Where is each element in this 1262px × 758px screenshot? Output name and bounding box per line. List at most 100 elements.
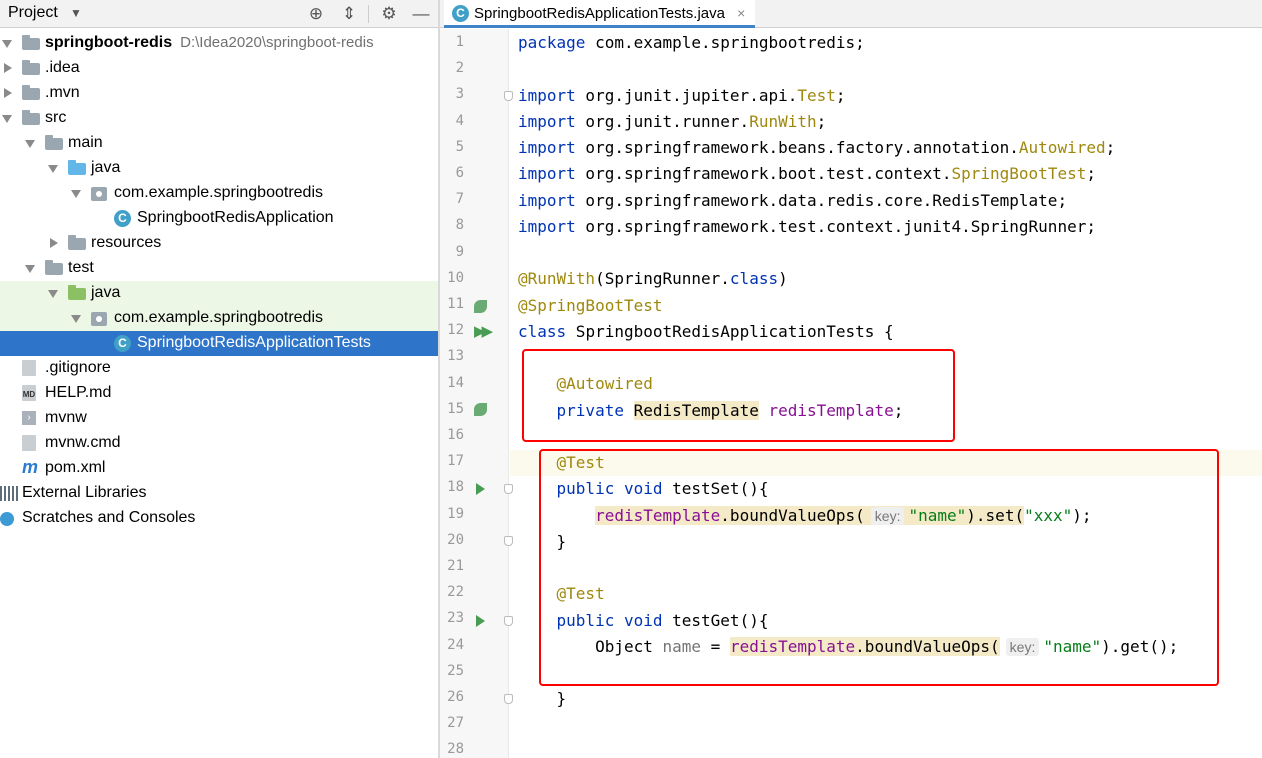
test-folder-icon	[68, 285, 86, 300]
text-file-icon	[22, 435, 36, 451]
tree-item[interactable]: springboot-redis D:\Idea2020\springboot-r…	[0, 31, 438, 56]
spring-class-icon: C	[114, 210, 131, 227]
line-number: 26	[447, 689, 464, 705]
tree-item[interactable]: External Libraries	[0, 481, 438, 506]
spring-class-icon: C	[114, 335, 131, 352]
tree-item[interactable]: C SpringbootRedisApplicationTests	[0, 331, 438, 356]
tree-item[interactable]: src	[0, 106, 438, 131]
folder-icon	[45, 260, 63, 275]
project-header: Project ▼ ⊕ ⇕ ⚙ —	[0, 0, 438, 28]
code-line-26: }	[518, 689, 567, 708]
tree-item[interactable]: com.example.springbootredis	[0, 306, 438, 331]
tree-item-label: java	[91, 159, 121, 176]
collapse-all-icon[interactable]: ⇕	[338, 3, 360, 25]
tree-item[interactable]: MD HELP.md	[0, 381, 438, 406]
tree-item[interactable]: .idea	[0, 56, 438, 81]
tree-item[interactable]: test	[0, 256, 438, 281]
close-icon[interactable]: ×	[737, 5, 745, 21]
tree-item[interactable]: .gitignore	[0, 356, 438, 381]
code-line-11: @SpringBootTest	[518, 296, 663, 315]
module-path: D:\Idea2020\springboot-redis	[180, 34, 374, 51]
tree-item[interactable]: java	[0, 156, 438, 181]
tree-item[interactable]: mvnw.cmd	[0, 431, 438, 456]
tree-item[interactable]: Scratches and Consoles	[0, 506, 438, 531]
tree-item[interactable]: java	[0, 281, 438, 306]
tree-item-label: .mvn	[45, 84, 80, 101]
tree-item-label: mvnw.cmd	[45, 434, 121, 451]
tree-item-label: com.example.springbootredis	[114, 309, 323, 326]
code-line-4: import org.junit.runner.RunWith;	[518, 112, 827, 131]
expand-arrow-down-icon[interactable]	[48, 165, 58, 173]
line-number: 4	[455, 112, 464, 129]
folder-icon	[22, 85, 40, 100]
run-test-icon[interactable]	[476, 615, 485, 627]
script-file-icon: ›	[22, 411, 36, 425]
line-number: 22	[447, 584, 464, 601]
expand-arrow-down-icon[interactable]	[71, 190, 81, 198]
code-line-8: import org.springframework.test.context.…	[518, 217, 1096, 236]
code-line-7: import org.springframework.data.redis.co…	[518, 191, 1068, 210]
tree-item-label: .idea	[45, 59, 80, 76]
line-number: 8	[455, 217, 464, 234]
tree-item[interactable]: resources	[0, 231, 438, 256]
line-number: 19	[447, 505, 464, 522]
expand-arrow-down-icon[interactable]	[2, 40, 12, 48]
editor-tab-active[interactable]: C SpringbootRedisApplicationTests.java ×	[444, 0, 756, 28]
gear-icon[interactable]: ⚙	[378, 3, 400, 25]
tree-item[interactable]: › mvnw	[0, 406, 438, 431]
spring-class-icon: C	[452, 5, 469, 22]
tree-item[interactable]: com.example.springbootredis	[0, 181, 438, 206]
line-number: 9	[455, 243, 464, 260]
resources-folder-icon	[68, 235, 86, 250]
tree-item-label: test	[68, 259, 94, 276]
tree-item-label: mvnw	[45, 409, 87, 426]
tree-item-label: External Libraries	[22, 484, 147, 501]
expand-arrow-right-icon[interactable]	[50, 238, 58, 248]
line-number: 23	[447, 610, 464, 627]
editor-gutter: 1 2 3 4 5 6 7 8 9 10 11 12 13 14 15 16 17 18 19 20 21 22 23 24 2…	[440, 29, 541, 758]
expand-arrow-down-icon[interactable]	[71, 315, 81, 323]
project-view-title[interactable]: Project	[8, 4, 58, 22]
line-number: 7	[455, 191, 464, 208]
expand-arrow-down-icon[interactable]	[25, 140, 35, 148]
tree-item-label: SpringbootRedisApplicationTests	[137, 334, 371, 351]
autowired-bean-icon[interactable]	[474, 403, 487, 416]
tree-item-label: resources	[91, 234, 162, 251]
package-icon	[91, 312, 107, 326]
editor-tab-label: SpringbootRedisApplicationTests.java	[474, 5, 725, 22]
tree-item[interactable]: m pom.xml	[0, 456, 438, 481]
locate-file-icon[interactable]: ⊕	[305, 3, 327, 25]
line-number: 3	[455, 86, 464, 103]
expand-arrow-down-icon[interactable]	[2, 115, 12, 123]
tree-item-label: java	[91, 284, 121, 301]
expand-arrow-down-icon[interactable]	[48, 290, 58, 298]
run-test-icon[interactable]	[476, 483, 485, 495]
tree-item[interactable]: .mvn	[0, 81, 438, 106]
tree-item-label: springboot-redis D:\Idea2020\springboot-r…	[45, 34, 374, 51]
code-line-12: class SpringbootRedisApplicationTests {	[518, 322, 894, 341]
spring-bean-icon[interactable]	[474, 300, 487, 313]
line-number: 20	[447, 531, 464, 548]
red-annotation-box-methods	[539, 449, 1219, 686]
tree-item-label: main	[68, 134, 103, 151]
expand-arrow-right-icon[interactable]	[4, 63, 12, 73]
code-line-6: import org.springframework.boot.test.con…	[518, 164, 1096, 183]
tree-item-label: Scratches and Consoles	[22, 509, 196, 526]
run-all-tests-icon[interactable]: ▶▶	[474, 322, 493, 340]
tree-item-label: src	[45, 109, 67, 126]
toolbar-divider	[368, 5, 369, 23]
line-number: 12	[447, 322, 464, 339]
code-line-10: @RunWith(SpringRunner.class)	[518, 269, 788, 288]
code-line-3: import org.junit.jupiter.api.Test;	[518, 86, 846, 105]
tree-item[interactable]: C SpringbootRedisApplication	[0, 206, 438, 231]
line-number: 6	[455, 165, 464, 181]
line-number: 24	[447, 636, 464, 653]
expand-arrow-down-icon[interactable]	[25, 265, 35, 273]
chevron-down-icon[interactable]: ▼	[70, 6, 82, 20]
line-number: 17	[447, 453, 464, 470]
expand-arrow-right-icon[interactable]	[4, 88, 12, 98]
tree-item[interactable]: main	[0, 131, 438, 156]
tree-item-label: .gitignore	[45, 359, 111, 376]
hide-panel-icon[interactable]: —	[410, 3, 432, 25]
code-editor: C SpringbootRedisApplicationTests.java ×…	[440, 0, 1262, 758]
